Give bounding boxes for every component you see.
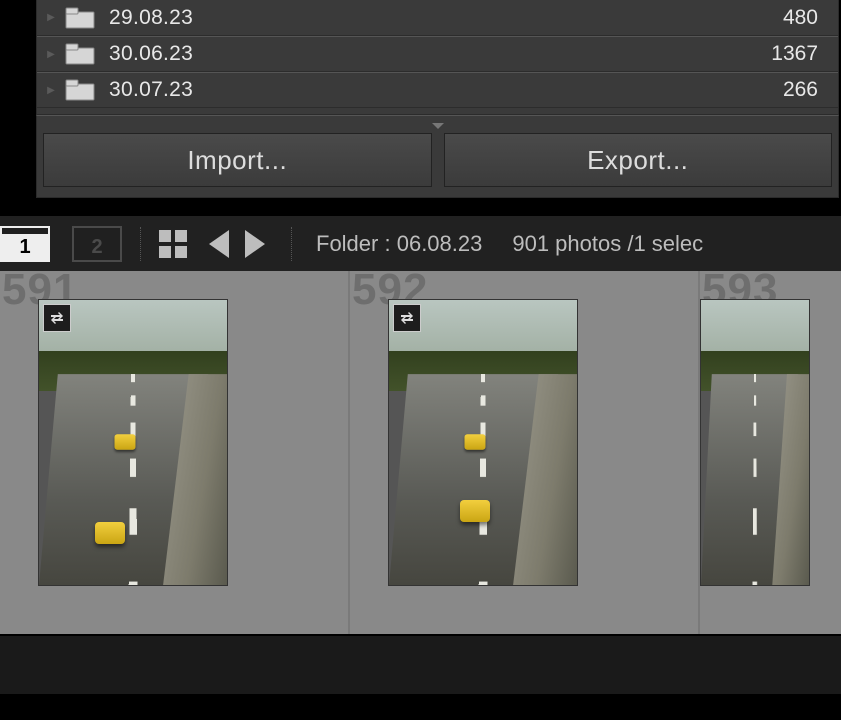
folder-count: 480 bbox=[783, 6, 838, 30]
panel-collapse-handle[interactable] bbox=[36, 115, 839, 129]
thumbnail-cell[interactable]: 591 bbox=[0, 271, 350, 634]
nav-back-icon[interactable] bbox=[209, 230, 229, 258]
divider bbox=[291, 227, 292, 261]
import-export-bar: Import... Export... bbox=[36, 129, 839, 198]
filmstrip-footer bbox=[0, 634, 841, 694]
export-button[interactable]: Export... bbox=[444, 133, 833, 187]
path-label-text: Folder : bbox=[316, 231, 391, 256]
thumbnail-image[interactable] bbox=[700, 299, 810, 586]
chevron-down-icon bbox=[432, 123, 444, 129]
filmstrip[interactable]: 591 592 593 bbox=[0, 271, 841, 634]
sync-badge-icon bbox=[43, 304, 71, 332]
disclosure-triangle-icon[interactable]: ▶ bbox=[37, 85, 65, 96]
divider bbox=[140, 227, 141, 261]
folder-icon bbox=[65, 79, 95, 101]
disclosure-triangle-icon[interactable]: ▶ bbox=[37, 12, 65, 23]
grid-view-icon[interactable] bbox=[159, 230, 187, 258]
thumbnail-cell[interactable]: 593 bbox=[700, 271, 841, 634]
disclosure-triangle-icon[interactable]: ▶ bbox=[37, 49, 65, 60]
thumbnail-image[interactable] bbox=[38, 299, 228, 586]
monitor-1-button[interactable]: 1 bbox=[0, 226, 50, 262]
folder-row[interactable]: ▶ 30.06.23 1367 bbox=[37, 36, 838, 72]
filmstrip-toolbar: 1 2 Folder : 06.08.23 901 photos /1 sele… bbox=[0, 216, 841, 271]
monitor-number: 1 bbox=[2, 234, 48, 260]
folder-count: 266 bbox=[783, 78, 838, 102]
nav-forward-icon[interactable] bbox=[245, 230, 265, 258]
folder-row[interactable]: ▶ 29.08.23 480 bbox=[37, 0, 838, 36]
folder-tree: ▶ 29.08.23 480 ▶ 30.06.23 1367 ▶ 30.07.2… bbox=[36, 0, 839, 115]
monitor-2-button[interactable]: 2 bbox=[72, 226, 122, 262]
path-value[interactable]: 06.08.23 bbox=[397, 231, 483, 256]
thumbnail-cell[interactable]: 592 bbox=[350, 271, 700, 634]
folder-icon bbox=[65, 7, 95, 29]
monitor-number: 2 bbox=[74, 234, 120, 260]
folder-name: 30.07.23 bbox=[95, 78, 783, 102]
photo-stats: 901 photos /1 selec bbox=[512, 231, 703, 257]
thumbnail-image[interactable] bbox=[388, 299, 578, 586]
folder-icon bbox=[65, 43, 95, 65]
sync-badge-icon bbox=[393, 304, 421, 332]
folder-name: 29.08.23 bbox=[95, 6, 783, 30]
path-label: Folder : 06.08.23 bbox=[316, 231, 482, 257]
folder-name: 30.06.23 bbox=[95, 42, 771, 66]
folder-row[interactable]: ▶ 30.07.23 266 bbox=[37, 72, 838, 108]
folder-count: 1367 bbox=[771, 42, 838, 66]
import-button[interactable]: Import... bbox=[43, 133, 432, 187]
separator bbox=[0, 198, 841, 216]
